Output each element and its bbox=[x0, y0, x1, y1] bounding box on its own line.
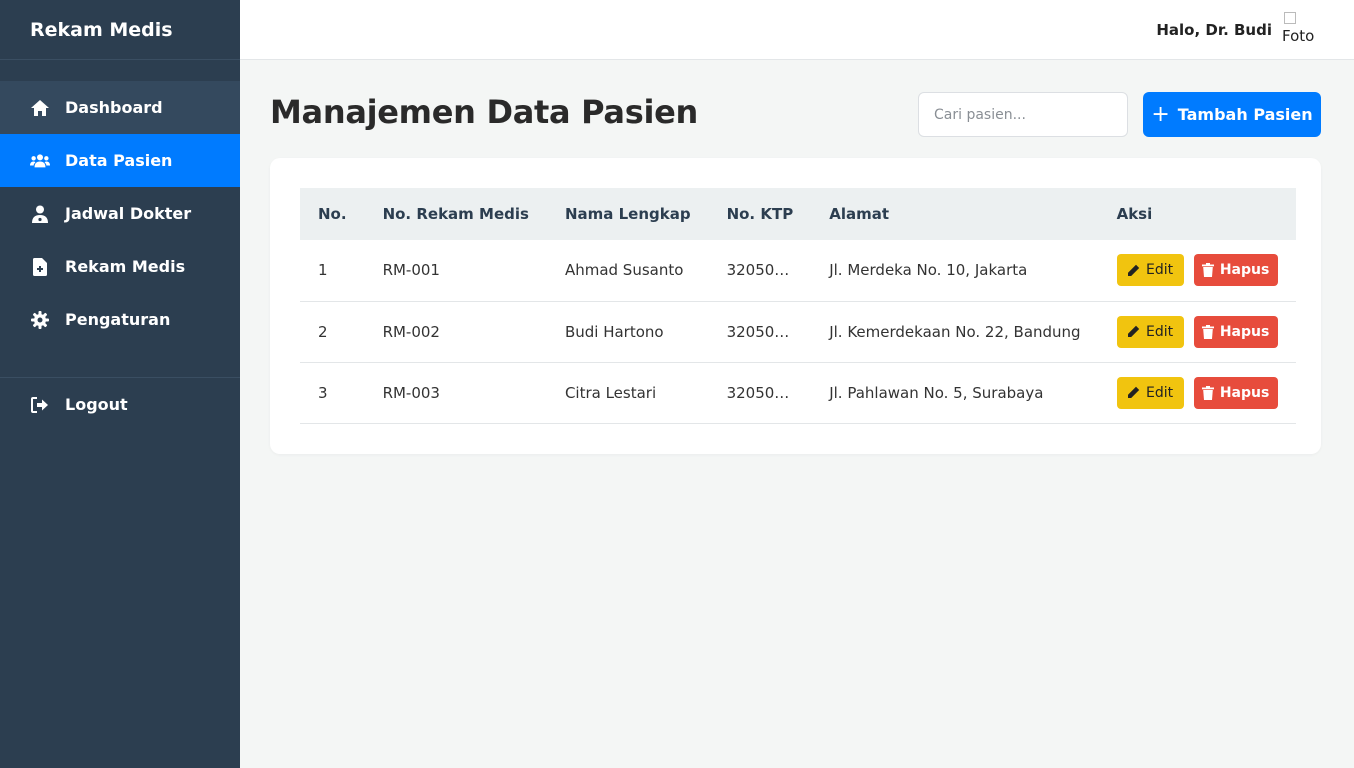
pencil-icon bbox=[1127, 386, 1140, 399]
pencil-icon bbox=[1127, 325, 1140, 338]
cell-actions: Edit Hapus bbox=[1098, 240, 1296, 302]
doctor-icon bbox=[30, 204, 50, 224]
add-patient-button[interactable]: + Tambah Pasien bbox=[1143, 92, 1321, 137]
table-row: 1 RM-001 Ahmad Susanto 320501... Jl. Mer… bbox=[300, 240, 1296, 302]
cell-rm: RM-003 bbox=[364, 362, 547, 424]
topbar: Halo, Dr. Budi Foto bbox=[240, 0, 1354, 60]
sidebar-item-data-pasien[interactable]: Data Pasien bbox=[0, 134, 240, 187]
edit-label: Edit bbox=[1146, 384, 1174, 401]
sidebar-item-jadwal-dokter[interactable]: Jadwal Dokter bbox=[0, 187, 240, 240]
column-header-ktp: No. KTP bbox=[726, 205, 794, 223]
cell-no: 3 bbox=[300, 362, 365, 424]
sidebar-item-label: Rekam Medis bbox=[65, 257, 186, 276]
sidebar-item-pengaturan[interactable]: Pengaturan bbox=[0, 293, 240, 346]
patients-table: No. No. Rekam Medis Nama Lengkap No. KTP… bbox=[300, 188, 1296, 424]
sidebar-item-label: Pengaturan bbox=[65, 310, 171, 329]
sidebar-item-dashboard[interactable]: Dashboard bbox=[0, 81, 240, 134]
pencil-icon bbox=[1127, 264, 1140, 277]
column-header-aksi: Aksi bbox=[1116, 205, 1153, 223]
edit-button[interactable]: Edit bbox=[1116, 254, 1184, 287]
edit-label: Edit bbox=[1146, 323, 1174, 340]
home-icon bbox=[30, 98, 50, 118]
search-input[interactable] bbox=[918, 92, 1128, 137]
cell-alamat: Jl. Pahlawan No. 5, Surabaya bbox=[811, 362, 1099, 424]
delete-button[interactable]: Hapus bbox=[1193, 376, 1278, 409]
cell-ktp: 320501... bbox=[708, 240, 812, 302]
file-medical-icon bbox=[30, 257, 50, 277]
cell-nama: Citra Lestari bbox=[546, 362, 709, 424]
sidebar-item-label: Data Pasien bbox=[65, 151, 173, 170]
table-header-row: No. No. Rekam Medis Nama Lengkap No. KTP… bbox=[300, 188, 1296, 240]
cell-actions: Edit Hapus bbox=[1098, 362, 1296, 424]
sidebar-item-label: Dashboard bbox=[65, 98, 163, 117]
add-patient-label: Tambah Pasien bbox=[1177, 105, 1313, 124]
patients-card: No. No. Rekam Medis Nama Lengkap No. KTP… bbox=[270, 158, 1321, 454]
logout-icon bbox=[30, 395, 50, 415]
edit-label: Edit bbox=[1146, 262, 1174, 279]
delete-label: Hapus bbox=[1219, 323, 1270, 340]
cell-ktp: 320502... bbox=[708, 301, 812, 363]
user-greeting: Halo, Dr. Budi bbox=[1156, 20, 1272, 39]
table-row: 3 RM-003 Citra Lestari 320503... Jl. Pah… bbox=[300, 362, 1296, 424]
delete-label: Hapus bbox=[1219, 262, 1270, 279]
cell-ktp: 320503... bbox=[708, 362, 812, 424]
trash-icon bbox=[1201, 263, 1214, 278]
cell-nama: Budi Hartono bbox=[546, 301, 709, 363]
sidebar-nav: Dashboard Data Pasien Jadwal Dokter Reka… bbox=[0, 81, 240, 431]
sidebar-item-rekam-medis[interactable]: Rekam Medis bbox=[0, 240, 240, 293]
cell-alamat: Jl. Merdeka No. 10, Jakarta bbox=[811, 240, 1099, 302]
logout-link[interactable]: Logout bbox=[0, 378, 240, 431]
cell-alamat: Jl. Kemerdekaan No. 22, Bandung bbox=[811, 301, 1099, 363]
users-icon bbox=[30, 151, 50, 171]
plus-icon: + bbox=[1151, 101, 1170, 127]
sidebar: Rekam Medis Dashboard Data Pasien Jadwal… bbox=[0, 0, 240, 768]
cell-rm: RM-001 bbox=[364, 240, 547, 302]
app-brand: Rekam Medis bbox=[0, 0, 240, 60]
page-title: Manajemen Data Pasien bbox=[270, 93, 699, 131]
column-header-rm: No. Rekam Medis bbox=[382, 205, 529, 223]
table-row: 2 RM-002 Budi Hartono 320502... Jl. Keme… bbox=[300, 301, 1296, 363]
delete-button[interactable]: Hapus bbox=[1193, 254, 1278, 287]
column-header-nama: Nama Lengkap bbox=[564, 205, 691, 223]
delete-button[interactable]: Hapus bbox=[1193, 315, 1278, 348]
cell-rm: RM-002 bbox=[364, 301, 547, 363]
avatar-alt-text: Foto bbox=[1282, 26, 1315, 45]
cell-actions: Edit Hapus bbox=[1098, 301, 1296, 363]
logout-label: Logout bbox=[65, 395, 128, 414]
avatar[interactable]: Foto bbox=[1282, 11, 1318, 48]
edit-button[interactable]: Edit bbox=[1116, 315, 1184, 348]
broken-image-icon bbox=[1284, 11, 1296, 24]
gear-icon bbox=[30, 310, 50, 330]
trash-icon bbox=[1201, 385, 1214, 400]
delete-label: Hapus bbox=[1219, 384, 1270, 401]
cell-nama: Ahmad Susanto bbox=[546, 240, 709, 302]
cell-no: 2 bbox=[300, 301, 365, 363]
cell-no: 1 bbox=[300, 240, 365, 302]
column-header-alamat: Alamat bbox=[829, 205, 890, 223]
edit-button[interactable]: Edit bbox=[1116, 376, 1184, 409]
column-header-no: No. bbox=[318, 205, 347, 223]
sidebar-item-label: Jadwal Dokter bbox=[65, 204, 192, 223]
trash-icon bbox=[1201, 324, 1214, 339]
